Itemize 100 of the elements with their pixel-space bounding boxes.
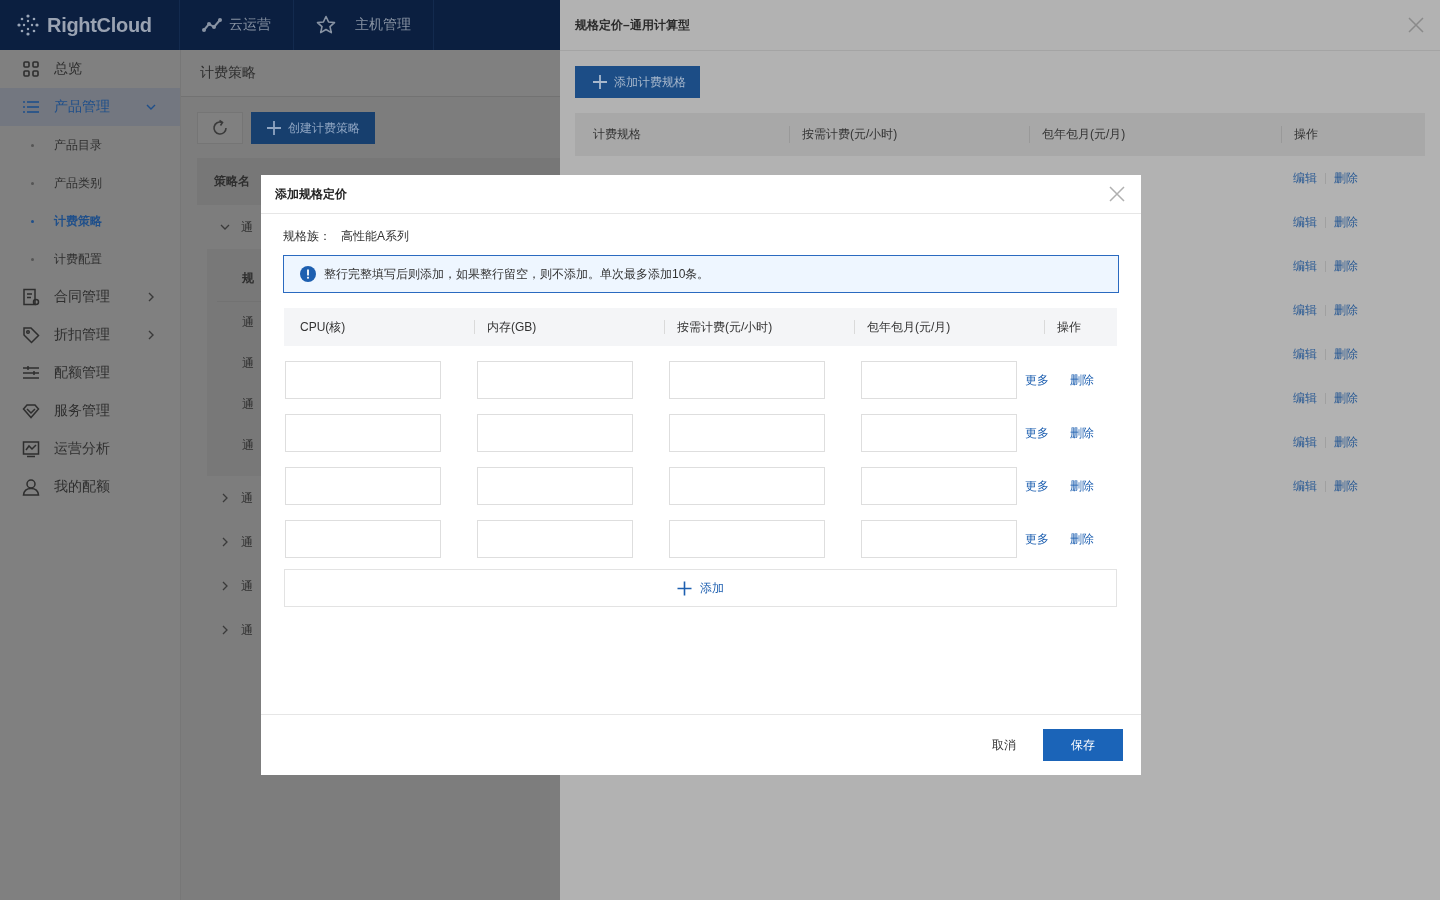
brand-name: RightCloud [47,13,152,37]
action-link[interactable]: 更多 [1025,371,1049,389]
sliders-icon [22,364,40,382]
input-field[interactable] [285,361,441,399]
table-cell: 通 [242,355,254,372]
input-field[interactable] [285,414,441,452]
sidebar-subitem[interactable]: 产品目录 [0,126,180,164]
input-field[interactable] [861,361,1017,399]
column-header: 包年包月(元/月) [854,320,1044,334]
plus-icon [266,120,282,136]
info-icon [300,266,316,282]
action-link[interactable]: 删除 [1070,424,1094,442]
sidebar-item[interactable]: 配额管理 [0,354,180,392]
sidebar-subitem[interactable]: 计费配置 [0,240,180,278]
sidebar-item[interactable]: 服务管理 [0,392,180,430]
document-icon [22,288,40,306]
action-link[interactable]: 删除 [1334,301,1358,319]
sidebar-subitem[interactable]: 产品类别 [0,164,180,202]
table-cell: 通 [241,218,253,236]
action-link[interactable]: 编辑 [1293,213,1317,231]
sidebar-item[interactable]: 运营分析 [0,430,180,468]
input-field[interactable] [669,414,825,452]
save-button[interactable]: 保存 [1043,729,1123,761]
column-header: CPU(核) [299,320,347,334]
drawer-title: 规格定价–通用计算型 [575,16,690,34]
table-cell: 通 [241,577,253,595]
page-title: 计费策略 [200,64,256,82]
trend-line-icon [202,17,222,33]
table-cell: 通 [241,533,253,551]
alert-text: 整行完整填写后则添加，如果整行留空，则不添加。单次最多添加10条。 [324,265,710,283]
dots-logo-icon [17,14,39,36]
action-link[interactable]: 更多 [1025,424,1049,442]
action-link[interactable]: 编辑 [1293,389,1317,407]
field-value: 高性能A系列 [341,228,409,245]
tag-icon [22,326,40,344]
column-header: 操作 [1044,320,1117,334]
input-field[interactable] [285,467,441,505]
input-field[interactable] [477,414,633,452]
action-link[interactable]: 删除 [1070,477,1094,495]
action-link[interactable]: 删除 [1334,345,1358,363]
action-link[interactable]: 删除 [1070,371,1094,389]
sidebar-item[interactable]: 折扣管理 [0,316,180,354]
diamond-icon [22,402,40,420]
action-link[interactable]: 编辑 [1293,433,1317,451]
sidebar-item[interactable]: 总览 [0,50,180,88]
action-link[interactable]: 删除 [1334,257,1358,275]
action-link[interactable]: 删除 [1334,169,1358,187]
column-header: 策略名 [214,173,250,190]
input-field[interactable] [669,520,825,558]
plus-icon [592,74,608,90]
action-link[interactable]: 更多 [1025,530,1049,548]
column-header: 按需计费(元/小时) [664,320,854,334]
star-icon [316,15,336,35]
action-link[interactable]: 编辑 [1293,301,1317,319]
input-field[interactable] [477,361,633,399]
input-field[interactable] [669,467,825,505]
sidebar-item[interactable]: 我的配额 [0,468,180,506]
action-link[interactable]: 更多 [1025,477,1049,495]
action-link[interactable]: 编辑 [1293,477,1317,495]
column-header: 按需计费(元/小时) [789,126,1029,143]
sidebar-item[interactable]: 合同管理 [0,278,180,316]
action-link[interactable]: 删除 [1334,389,1358,407]
action-link[interactable]: 编辑 [1293,257,1317,275]
action-link[interactable]: 删除 [1334,433,1358,451]
close-icon[interactable] [1408,17,1424,33]
input-field[interactable] [861,520,1017,558]
action-link[interactable]: 删除 [1334,213,1358,231]
input-field[interactable] [477,520,633,558]
input-field[interactable] [669,361,825,399]
sidebar-item[interactable]: 产品管理 [0,88,180,126]
action-link[interactable]: 删除 [1334,477,1358,495]
action-link[interactable]: 删除 [1070,530,1094,548]
list-icon [22,98,40,116]
input-field[interactable] [477,467,633,505]
table-cell: 通 [242,314,254,331]
table-cell: 通 [241,621,253,639]
input-field[interactable] [861,414,1017,452]
column-header: 包年包月(元/月) [1029,126,1281,143]
sidebar-subitem[interactable]: 计费策略 [0,202,180,240]
dialog-title: 添加规格定价 [275,185,347,203]
column-header: 计费规格 [592,126,642,143]
column-header: 操作 [1281,126,1425,143]
refresh-button[interactable] [197,112,243,144]
add-row-button[interactable]: 添加 [284,569,1117,607]
person-icon [22,478,40,496]
column-header: 规 [242,270,254,287]
plus-icon [677,580,692,596]
chart-icon [22,440,40,458]
table-cell: 通 [241,489,253,507]
add-spec-button[interactable]: 添加计费规格 [575,66,700,98]
action-link[interactable]: 编辑 [1293,345,1317,363]
input-field[interactable] [861,467,1017,505]
column-header: 内存(GB) [474,320,664,334]
action-link[interactable]: 编辑 [1293,169,1317,187]
table-cell: 通 [242,396,254,413]
input-field[interactable] [285,520,441,558]
close-icon[interactable] [1109,186,1125,202]
table-cell: 通 [242,437,254,454]
create-button[interactable]: 创建计费策略 [251,112,375,144]
field-label: 规格族： [283,228,331,245]
